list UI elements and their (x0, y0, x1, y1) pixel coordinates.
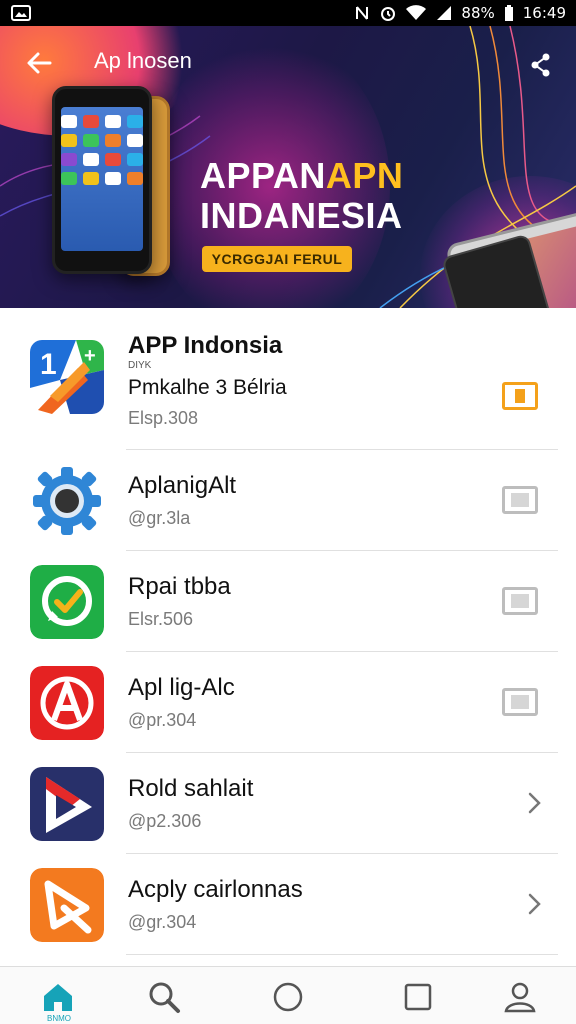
app-name: Acply cairlonnas (128, 876, 303, 903)
orange-arrow-app-icon (30, 868, 104, 942)
status-icons: 88% 16:49 (353, 4, 566, 22)
share-icon[interactable] (526, 50, 556, 80)
app-size: @pr.304 (128, 710, 197, 730)
alarm-icon (381, 7, 396, 21)
header-banner: Ap lnosen APPANAPN INDANESIA YCRGGJAI FE… (0, 26, 576, 308)
square-icon[interactable] (400, 979, 436, 1015)
select-checkbox[interactable] (502, 382, 538, 410)
status-bar: 88% 16:49 (0, 0, 576, 26)
search-icon[interactable] (146, 979, 182, 1015)
list-item[interactable]: Acply cairlonnas @gr.304 (0, 854, 576, 955)
list-item[interactable]: Apl lig-Alc @pr.304 (0, 652, 576, 753)
chevron-right-icon[interactable] (522, 890, 546, 918)
check-chat-app-icon (30, 565, 104, 639)
list-item[interactable]: AplanigAlt @gr.3la (0, 450, 576, 551)
phone-illustration (52, 86, 152, 274)
headline-line-2: INDANESIA (200, 195, 403, 236)
select-checkbox[interactable] (502, 688, 538, 716)
app-list: 1 + APP Indonsia DIYK Pmkalhe 3 Bélria E… (0, 308, 576, 955)
app-name: Rpai tbba (128, 573, 231, 600)
battery-percent: 88% (461, 4, 495, 22)
battery-icon (504, 5, 513, 21)
headline-part: APPAN (200, 155, 326, 196)
wifi-icon (406, 5, 427, 20)
chevron-right-icon[interactable] (522, 789, 546, 817)
list-item[interactable]: 1 + APP Indonsia DIYK Pmkalhe 3 Bélria E… (0, 308, 576, 450)
list-item[interactable]: Rpai tbba Elsr.506 (0, 551, 576, 652)
banner-tag-button[interactable]: YCRGGJAI FERUL (202, 246, 352, 272)
select-checkbox[interactable] (502, 486, 538, 514)
headline-accent: APN (325, 155, 404, 196)
app-name: Rold sahlait (128, 775, 254, 802)
letter-a-app-icon (30, 666, 104, 740)
circle-icon[interactable] (270, 979, 306, 1015)
home-label: BNMO (47, 1014, 71, 1023)
gallery-icon (11, 5, 31, 21)
page-title: Ap lnosen (94, 48, 192, 73)
app-developer: DIYK (128, 360, 152, 371)
play-arrow-app-icon (30, 767, 104, 841)
select-checkbox[interactable] (502, 587, 538, 615)
home-icon[interactable] (40, 979, 76, 1015)
app-name: Apl lig-Alc (128, 674, 235, 701)
app-size: @p2.306 (128, 811, 202, 831)
signal-icon (437, 6, 452, 20)
status-time: 16:49 (522, 4, 566, 22)
app-size: Elsr.506 (128, 609, 194, 629)
app-size: Elsp.308 (128, 408, 199, 428)
back-arrow-icon[interactable] (22, 46, 56, 80)
app-indonesia-icon: 1 + (30, 340, 104, 414)
svg-text:+: + (84, 345, 96, 367)
banner-headline: APPANAPN INDANESIA (200, 156, 403, 236)
list-item[interactable]: Rold sahlait @p2.306 (0, 753, 576, 854)
app-name: AplanigAlt (128, 472, 237, 499)
app-size: @gr.3la (128, 508, 191, 528)
app-screen: 88% 16:49 Ap lnosen APPANAPN INDANESIA Y… (0, 0, 576, 1024)
app-size: @gr.304 (128, 912, 197, 932)
bottom-navigation: BNMO (0, 966, 576, 1024)
app-description: Pmkalhe 3 Bélria (128, 376, 287, 399)
nfc-icon (356, 6, 369, 20)
app-name: APP Indonsia (128, 332, 283, 359)
profile-icon[interactable] (502, 979, 538, 1015)
svg-text:1: 1 (40, 348, 57, 381)
gear-camera-app-icon (30, 464, 104, 538)
divider (126, 954, 558, 955)
